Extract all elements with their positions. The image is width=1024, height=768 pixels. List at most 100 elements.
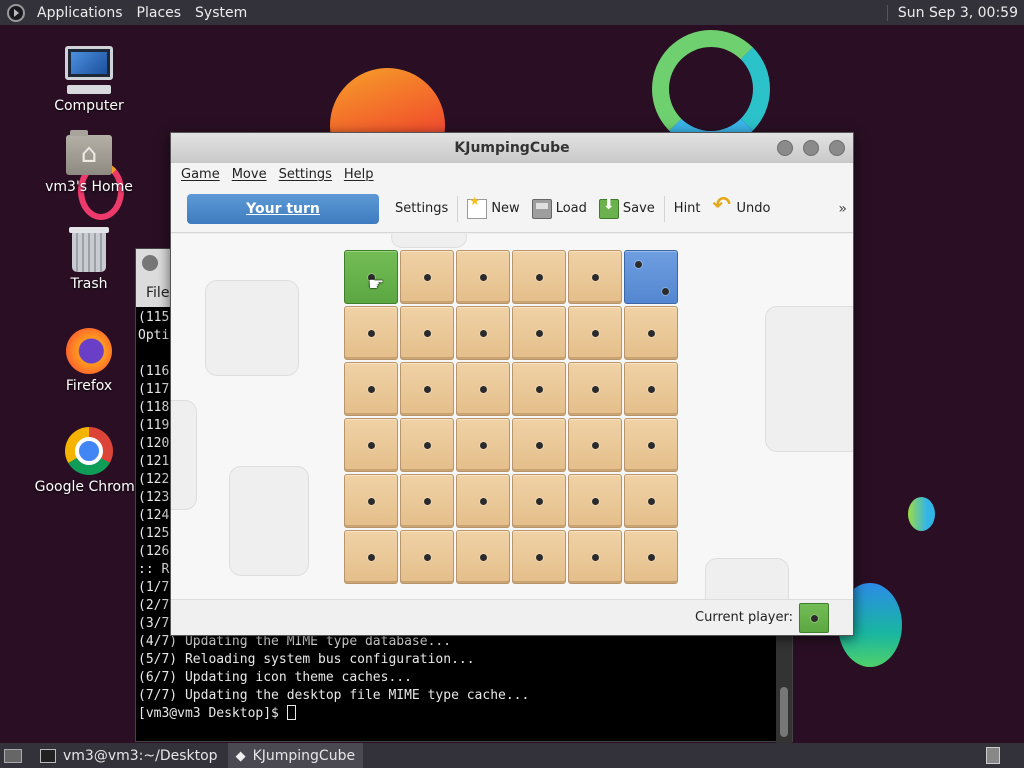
desktop-icon-computer[interactable]: Computer (34, 46, 144, 114)
desktop-icon-label: Firefox (65, 378, 113, 394)
toolbar-overflow-button[interactable]: » (838, 201, 853, 217)
cube-r1-c3[interactable] (512, 306, 566, 360)
applications-menu[interactable]: Applications (30, 5, 130, 21)
task-kjumpingcube[interactable]: ◆ KJumpingCube (227, 743, 364, 768)
cube-pip (648, 330, 655, 337)
new-game-button[interactable]: New (461, 194, 525, 219)
close-icon[interactable] (829, 140, 845, 156)
cube-r3-c0[interactable] (344, 418, 398, 472)
maximize-icon[interactable] (803, 140, 819, 156)
distro-logo-icon[interactable] (7, 3, 25, 22)
load-game-button[interactable]: Load (526, 198, 593, 219)
trash-applet-icon[interactable] (986, 747, 1000, 764)
menu-game[interactable]: Game (175, 167, 226, 182)
desktop-icon-chrome[interactable]: Google Chrome (34, 427, 144, 495)
task-terminal[interactable]: vm3@vm3:~/Desktop (32, 743, 226, 768)
menu-move[interactable]: Move (226, 167, 273, 182)
cube-r2-c5[interactable] (624, 362, 678, 416)
cube-pip (536, 330, 543, 337)
cube-r4-c1[interactable] (400, 474, 454, 528)
cube-r1-c4[interactable] (568, 306, 622, 360)
cube-r1-c5[interactable] (624, 306, 678, 360)
cube-pip (480, 274, 487, 281)
cube-r1-c1[interactable] (400, 306, 454, 360)
game-board (344, 250, 678, 584)
cube-r5-c5[interactable] (624, 530, 678, 584)
cube-pip (536, 442, 543, 449)
terminal-line: (7/7) Updating the desktop file MIME typ… (138, 688, 530, 703)
undo-label: Undo (736, 201, 771, 216)
cube-r3-c4[interactable] (568, 418, 622, 472)
desktop-icon-firefox[interactable]: Firefox (34, 328, 144, 394)
cube-r5-c0[interactable] (344, 530, 398, 584)
menu-settings[interactable]: Settings (273, 167, 338, 182)
wallpaper-ring-shape (652, 30, 770, 148)
panel-clock[interactable]: Sun Sep 3, 00:59 (886, 4, 1024, 21)
cube-pip (424, 386, 431, 393)
cube-pip (635, 261, 642, 268)
cube-pip (536, 274, 543, 281)
cube-pip (424, 442, 431, 449)
kjumpingcube-icon: ◆ (235, 748, 246, 764)
kjumpingcube-window[interactable]: KJumpingCube Game Move Settings Help You… (170, 132, 854, 636)
cube-r2-c0[interactable] (344, 362, 398, 416)
system-menu[interactable]: System (188, 5, 254, 21)
cube-r0-c5[interactable] (624, 250, 678, 304)
background-shape (765, 306, 853, 452)
cube-pip (536, 554, 543, 561)
cube-pip (368, 554, 375, 561)
cube-r0-c3[interactable] (512, 250, 566, 304)
cube-r5-c4[interactable] (568, 530, 622, 584)
background-shape (705, 558, 789, 600)
menu-help[interactable]: Help (338, 167, 380, 182)
cube-r5-c3[interactable] (512, 530, 566, 584)
board-area: ☛ (171, 234, 853, 600)
task-label: vm3@vm3:~/Desktop (63, 747, 218, 764)
show-desktop-icon[interactable] (4, 748, 22, 763)
cube-r2-c4[interactable] (568, 362, 622, 416)
cube-r4-c3[interactable] (512, 474, 566, 528)
turn-indicator-button[interactable]: Your turn (187, 193, 379, 224)
desktop-icon-trash[interactable]: Trash (34, 227, 144, 292)
settings-button[interactable]: Settings (389, 201, 454, 216)
cube-r5-c1[interactable] (400, 530, 454, 584)
wallpaper-small-shape (908, 497, 935, 531)
cube-r3-c1[interactable] (400, 418, 454, 472)
cube-r3-c5[interactable] (624, 418, 678, 472)
cube-r4-c2[interactable] (456, 474, 510, 528)
cube-r4-c0[interactable] (344, 474, 398, 528)
cube-r2-c3[interactable] (512, 362, 566, 416)
cube-r1-c0[interactable] (344, 306, 398, 360)
background-shape (205, 280, 299, 376)
terminal-file-menu[interactable]: File (146, 285, 169, 301)
cube-r4-c4[interactable] (568, 474, 622, 528)
cube-r3-c3[interactable] (512, 418, 566, 472)
save-game-button[interactable]: Save (593, 197, 661, 219)
cube-r4-c5[interactable] (624, 474, 678, 528)
cube-r0-c2[interactable] (456, 250, 510, 304)
undo-button[interactable]: Undo (707, 193, 777, 219)
window-menu-icon[interactable] (142, 255, 158, 271)
terminal-line: (5/7) Reloading system bus configuration… (138, 652, 475, 667)
task-label: KJumpingCube (252, 747, 356, 764)
cube-r2-c1[interactable] (400, 362, 454, 416)
cube-r1-c2[interactable] (456, 306, 510, 360)
cube-r0-c4[interactable] (568, 250, 622, 304)
cube-r0-c1[interactable] (400, 250, 454, 304)
minimize-icon[interactable] (777, 140, 793, 156)
hint-button[interactable]: Hint (668, 201, 707, 216)
terminal-line: (6/7) Updating icon theme caches... (138, 670, 412, 685)
terminal-cursor (286, 705, 296, 720)
cube-pip (592, 498, 599, 505)
terminal-prompt: [vm3@vm3 Desktop]$ (138, 706, 287, 721)
terminal-prompt-line: [vm3@vm3 Desktop]$ (138, 705, 778, 723)
places-menu[interactable]: Places (130, 5, 189, 21)
kjc-titlebar[interactable]: KJumpingCube (171, 133, 853, 163)
load-label: Load (555, 201, 587, 216)
cube-r3-c2[interactable] (456, 418, 510, 472)
desktop-icon-home[interactable]: vm3's Home (34, 130, 144, 195)
cube-r2-c2[interactable] (456, 362, 510, 416)
cube-r5-c2[interactable] (456, 530, 510, 584)
new-label: New (491, 201, 520, 216)
toolbar-separator (457, 195, 459, 222)
